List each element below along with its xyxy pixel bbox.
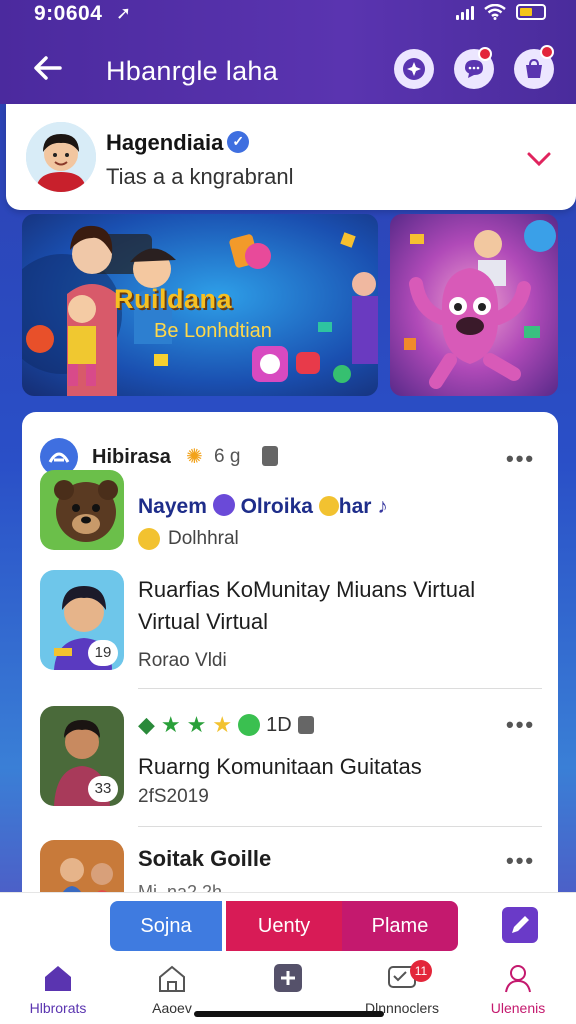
home-indicator xyxy=(194,1011,384,1017)
bookmark-icon xyxy=(297,716,314,734)
nav-explore[interactable]: Aaoev xyxy=(122,962,222,1016)
status-time: 9:0604 xyxy=(34,2,103,25)
promo-banner-secondary[interactable] xyxy=(390,214,558,396)
plus-square-icon xyxy=(274,964,302,992)
user-icon xyxy=(505,965,531,993)
more-options-icon[interactable]: ••• xyxy=(506,712,535,738)
house-outline-icon xyxy=(159,965,185,992)
post-thumbnail[interactable] xyxy=(40,470,124,550)
sparkle-icon xyxy=(403,58,425,80)
post-meta: 2fS2019 xyxy=(138,786,209,807)
home-icon xyxy=(45,966,71,991)
verified-badge-icon xyxy=(227,131,250,153)
nav-home[interactable]: Hlbrorats xyxy=(8,962,108,1016)
feed-card: Hibirasa ✺ 6 g ••• Nayem Olroika har ♪ D… xyxy=(22,412,558,912)
bookmark-icon xyxy=(262,446,278,466)
chat-notification-dot xyxy=(478,47,492,61)
chat-button[interactable] xyxy=(454,47,494,89)
reaction-count: 1D xyxy=(266,713,292,736)
divider xyxy=(138,826,542,827)
post-title[interactable]: Nayem Olroika har ♪ xyxy=(138,494,388,519)
uenty-button[interactable]: Uenty xyxy=(226,901,342,951)
star-icon: ★ xyxy=(186,712,207,737)
chat-icon xyxy=(238,714,261,736)
post-text[interactable]: Ruarng Komunitaan Guitatas xyxy=(138,754,422,780)
cart-button[interactable] xyxy=(514,45,554,89)
star-icon: ★ xyxy=(212,712,233,737)
group-meta: 6 g xyxy=(214,446,241,467)
profile-name: Hagendiaia xyxy=(106,130,250,156)
verified-badge-icon xyxy=(212,494,235,516)
status-bar: 9:0604 ➚ xyxy=(0,0,576,28)
banner-title: Ruildana xyxy=(114,284,233,314)
thumbnail-badge: 19 xyxy=(88,640,118,666)
top-header: 9:0604 ➚ Hbanrgle laha xyxy=(0,0,576,104)
star-icon: ★ xyxy=(160,712,181,737)
status-icons xyxy=(456,4,546,20)
promo-banner-main[interactable]: Ruildana Be Lonhdtian xyxy=(22,214,378,396)
profile-subtitle: Tias a a kngrabranl xyxy=(106,164,294,189)
more-options-icon[interactable]: ••• xyxy=(506,446,535,472)
reaction-row: ◆ ★ ★ ★ 1D xyxy=(138,712,314,738)
profile-avatar xyxy=(26,122,96,192)
group-name[interactable]: Hibirasa xyxy=(92,446,171,469)
banner-subtitle: Be Lonhdtian xyxy=(154,320,272,342)
plame-button[interactable]: Plame xyxy=(342,901,458,951)
signal-icon xyxy=(456,4,474,20)
profile-card[interactable]: Hagendiaia Tias a a kngrabranl xyxy=(6,104,576,210)
create-button[interactable] xyxy=(394,49,434,89)
thumbnail-badge: 33 xyxy=(88,776,118,802)
nav-profile-label: Ulenenis xyxy=(490,1000,546,1016)
music-note-icon: ♪ xyxy=(377,495,388,518)
nav-messages[interactable]: 11 Dlnnnoclers xyxy=(352,960,452,1016)
more-options-icon[interactable]: ••• xyxy=(506,848,535,874)
messages-badge: 11 xyxy=(410,960,432,982)
nav-create[interactable] xyxy=(238,962,338,994)
chevron-down-icon[interactable] xyxy=(526,150,552,168)
post-title[interactable]: Soitak Goille xyxy=(138,846,271,872)
post-subtitle: Dolhhral xyxy=(168,528,239,549)
nav-profile[interactable]: Ulenenis xyxy=(468,962,568,1016)
pencil-icon xyxy=(512,916,529,933)
nav-home-label: Hlbrorats xyxy=(29,1000,87,1016)
location-arrow-icon: ➚ xyxy=(116,3,132,23)
edit-button[interactable] xyxy=(502,907,538,943)
tag-icon: ◆ xyxy=(138,712,155,737)
sojna-button[interactable]: Sojna xyxy=(110,901,222,951)
app-bar: Hbanrgle laha xyxy=(0,40,576,100)
sun-icon: ✺ xyxy=(186,446,203,468)
bag-icon xyxy=(526,58,542,78)
page-title: Hbanrgle laha xyxy=(106,56,279,86)
cart-notification-dot xyxy=(540,45,554,59)
divider xyxy=(138,688,542,689)
mascot-illustration xyxy=(390,214,558,396)
post-thumbnail[interactable]: 33 xyxy=(40,706,124,806)
battery-icon xyxy=(516,4,546,20)
post-meta: Rorao Vldi xyxy=(138,650,227,671)
post-text[interactable]: Ruarfias KoMunitay Miuans Virtual Virtua… xyxy=(138,574,538,638)
back-arrow-icon[interactable] xyxy=(30,50,66,86)
post-thumbnail[interactable]: 19 xyxy=(40,570,124,670)
smiley-icon xyxy=(138,528,160,550)
wifi-icon xyxy=(484,4,506,20)
action-bar: Sojna Uenty Plame xyxy=(0,892,576,954)
emoji-icon xyxy=(318,496,339,516)
